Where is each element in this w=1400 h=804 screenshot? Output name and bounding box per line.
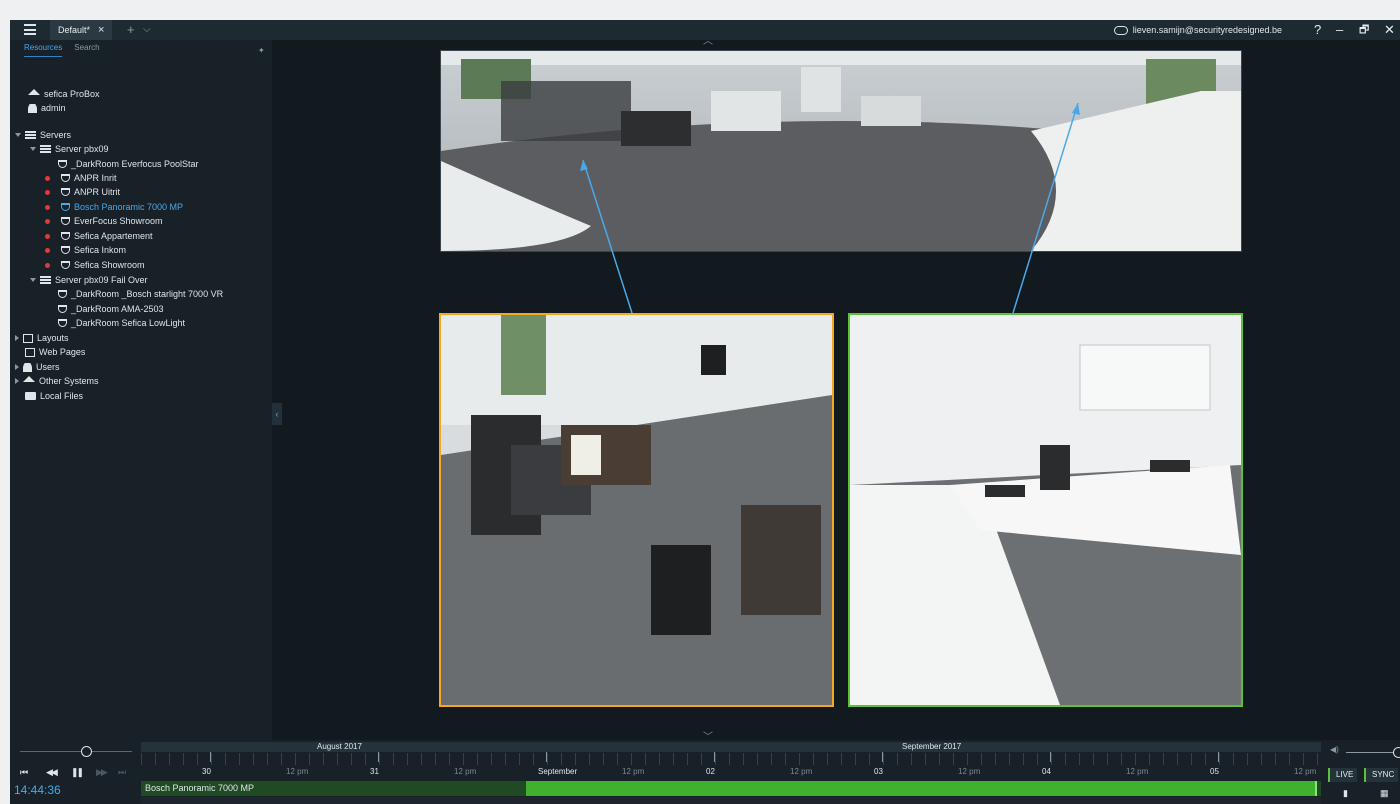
tick-label: 05 <box>1210 767 1219 776</box>
right-video-frame <box>850 315 1241 705</box>
app-window: Default* × + ⌵ lieven.samijn@securityred… <box>10 20 1400 804</box>
left-video-frame <box>441 315 832 705</box>
month-label: September 2017 <box>902 742 962 751</box>
tick-label: 03 <box>874 767 883 776</box>
video-tile-dewarp-left[interactable] <box>439 313 834 707</box>
tick-label: 04 <box>1042 767 1051 776</box>
sync-button[interactable]: SYNC <box>1364 768 1399 782</box>
tick-label: 12 pm <box>1126 767 1149 776</box>
calendar-icon[interactable]: ▦ <box>1380 788 1389 799</box>
month-label: August 2017 <box>317 742 362 751</box>
tick-label: 12 pm <box>286 767 309 776</box>
tick-mark <box>1218 752 1219 762</box>
forward-icon[interactable]: ▶▶ <box>96 767 108 778</box>
bookmark-icon[interactable]: ▮ <box>1343 788 1348 799</box>
rewind-icon[interactable]: ◀◀ <box>46 767 58 778</box>
timeline-panel: ⏮ ◀◀ ❚❚ ▶▶ ⏭ 14:44:36 August 2017 Septem… <box>10 740 1400 804</box>
tick-label: 12 pm <box>790 767 813 776</box>
tick-mark <box>378 752 379 762</box>
tick-label: 12 pm <box>622 767 645 776</box>
time-display: 14:44:36 <box>14 783 61 797</box>
scroll-track[interactable] <box>141 797 1321 804</box>
track-camera-name: Bosch Panoramic 7000 MP <box>145 783 255 793</box>
tick-label: 12 pm <box>958 767 981 776</box>
speed-slider-handle[interactable] <box>81 746 92 757</box>
tick-mark <box>1050 752 1051 762</box>
volume-slider-track[interactable] <box>1346 752 1400 753</box>
tick-label: 02 <box>706 767 715 776</box>
previous-icon[interactable]: ⏮ <box>20 767 28 778</box>
tick-mark <box>210 752 211 762</box>
tick-mark <box>714 752 715 762</box>
next-icon[interactable]: ⏭ <box>118 767 126 778</box>
speed-slider-track[interactable] <box>20 751 132 752</box>
video-tile-dewarp-right[interactable] <box>848 313 1243 707</box>
tick-mark <box>882 752 883 762</box>
live-button[interactable]: LIVE <box>1328 768 1358 782</box>
pause-icon[interactable]: ❚❚ <box>71 767 84 778</box>
tick-label: 31 <box>370 767 379 776</box>
tick-label: 12 pm <box>1294 767 1317 776</box>
tick-ruler[interactable] <box>141 753 1321 765</box>
tick-label: September <box>538 767 578 776</box>
tick-mark <box>546 752 547 762</box>
tick-label: 30 <box>202 767 211 776</box>
tick-label: 12 pm <box>454 767 477 776</box>
volume-icon[interactable]: ◀) <box>1330 745 1339 754</box>
recording-track[interactable]: Bosch Panoramic 7000 MP <box>141 781 1321 796</box>
recorded-range <box>526 781 1315 796</box>
volume-slider-handle[interactable] <box>1393 747 1400 758</box>
playback-cursor[interactable] <box>1315 781 1317 796</box>
